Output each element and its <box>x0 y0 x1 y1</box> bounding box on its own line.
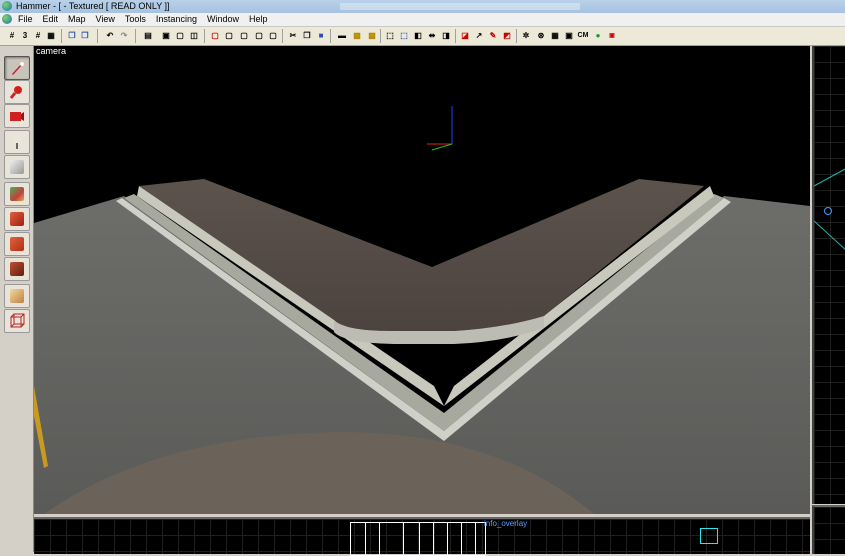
title-bar: Hammer - [ - Textured [ READ ONLY ]] <box>0 0 845 14</box>
magnify-icon <box>9 86 22 99</box>
toolbar-separator <box>516 29 517 43</box>
entity-light-icon <box>13 135 21 149</box>
grid-toggle-icon[interactable]: ▦ <box>549 29 561 41</box>
cm-button[interactable]: CM <box>577 29 589 41</box>
clipping-tool[interactable] <box>4 284 30 308</box>
scene-render <box>34 106 810 514</box>
hide-selected-icon[interactable]: ▢ <box>238 29 250 41</box>
undo-icon[interactable]: ↶ <box>104 29 116 41</box>
compile-icon[interactable]: ⊛ <box>535 29 547 41</box>
toolbar-separator <box>204 29 205 43</box>
cut-icon[interactable]: ✂ <box>287 29 299 41</box>
overlay-cube-icon <box>10 262 24 276</box>
magnify-tool[interactable] <box>4 80 30 104</box>
entity-tool[interactable] <box>4 130 30 154</box>
face-edit-icon[interactable]: ▣ <box>606 29 618 41</box>
entity-label-info-overlay: info_overlay <box>484 519 528 528</box>
toolbar-separator <box>380 29 381 43</box>
carve-icon[interactable]: ▤ <box>142 29 154 41</box>
camera-viewport[interactable]: camera <box>34 46 810 514</box>
sun-icon[interactable]: ✲ <box>520 29 532 41</box>
clip-icon[interactable]: ⬚ <box>398 29 410 41</box>
grid-2d-icon[interactable]: # <box>6 29 18 41</box>
redo-icon[interactable]: ↷ <box>118 29 130 41</box>
menu-tools[interactable]: Tools <box>125 13 146 26</box>
texture-browser-icon[interactable]: ▩ <box>366 29 378 41</box>
main-toolbar: # 3 # ▦ ❐ ❐ ↶ ↷ ▤ ▣ ▢ ◫ ▢ ▢ ▢ ▢ ▢ ✂ ❐ ■ … <box>0 27 845 46</box>
menu-window[interactable]: Window <box>207 13 239 26</box>
grid-hash-icon[interactable]: # <box>32 29 44 41</box>
show-all-icon[interactable]: ▢ <box>267 29 279 41</box>
menu-map[interactable]: Map <box>68 13 86 26</box>
overlay-icon[interactable]: ◪ <box>459 29 471 41</box>
document-icon[interactable] <box>2 14 12 24</box>
color-icon[interactable]: ✎ <box>487 29 499 41</box>
decal-cube-icon <box>10 237 24 251</box>
overlay-tool[interactable] <box>4 257 30 281</box>
hammer-app-icon[interactable] <box>2 1 12 11</box>
toolbar-separator <box>282 29 283 43</box>
hide-icon[interactable]: ▢ <box>209 29 221 41</box>
title-bar-blur <box>340 3 580 10</box>
menu-bar: File Edit Map View Tools Instancing Wind… <box>0 13 845 27</box>
texture-lock-icon[interactable]: ▢ <box>253 29 265 41</box>
decal-tool[interactable] <box>4 232 30 256</box>
run-icon[interactable]: ● <box>592 29 604 41</box>
viewport-label: camera <box>36 46 67 56</box>
vertex-cube-icon <box>10 313 25 328</box>
toolbar-separator <box>61 29 62 43</box>
copy-icon[interactable]: ❐ <box>66 29 78 41</box>
menu-view[interactable]: View <box>96 13 115 26</box>
menu-file[interactable]: File <box>18 13 33 26</box>
2d-view-corner[interactable] <box>812 505 845 554</box>
path-icon[interactable]: ↗ <box>473 29 485 41</box>
entity-selection-box[interactable] <box>700 528 718 544</box>
select-pointer-icon <box>12 62 24 75</box>
apply-texture-cube-icon <box>10 212 24 226</box>
select-icon[interactable]: ⬚ <box>384 29 396 41</box>
show-icon[interactable]: ▢ <box>223 29 235 41</box>
camera-icon <box>10 112 24 121</box>
toolbar-separator <box>455 29 456 43</box>
vertex-icon[interactable]: ◧ <box>412 29 424 41</box>
selected-brush-outline[interactable] <box>350 522 486 556</box>
cordon-icon[interactable]: ▩ <box>351 29 363 41</box>
menu-instancing[interactable]: Instancing <box>156 13 197 26</box>
block-tool[interactable] <box>4 155 30 179</box>
copy2-icon[interactable]: ❐ <box>301 29 313 41</box>
clip-cube-icon <box>10 289 24 303</box>
group-icon[interactable]: ▣ <box>160 29 172 41</box>
3d-grid-icon[interactable]: 3 <box>19 29 31 41</box>
entity-icon[interactable]: ⇹ <box>426 29 438 41</box>
2d-view-top[interactable] <box>812 46 845 504</box>
load-icon[interactable]: ◩ <box>501 29 513 41</box>
paste2-icon[interactable]: ■ <box>315 29 327 41</box>
toolbar-separator <box>330 29 331 43</box>
grid-small-icon[interactable]: ▦ <box>45 29 57 41</box>
apply-current-texture-tool[interactable] <box>4 207 30 231</box>
toolbar-separator <box>97 29 98 43</box>
tool-palette <box>0 46 34 552</box>
toolbar-separator <box>135 29 136 43</box>
menu-edit[interactable]: Edit <box>43 13 59 26</box>
camera-tool[interactable] <box>4 104 30 128</box>
box-icon[interactable]: ▬ <box>336 29 348 41</box>
vertex-tool[interactable] <box>4 309 30 333</box>
paste-icon[interactable]: ❐ <box>79 29 91 41</box>
block-cube-icon <box>10 160 24 174</box>
2d-view-lines <box>814 168 845 250</box>
texture-cube-icon <box>10 187 24 201</box>
decal-icon[interactable]: ◨ <box>440 29 452 41</box>
ungroup-icon[interactable]: ▢ <box>174 29 186 41</box>
toggle-group-icon[interactable]: ◫ <box>188 29 200 41</box>
texture-application-tool[interactable] <box>4 182 30 206</box>
menu-help[interactable]: Help <box>249 13 268 26</box>
window-title: Hammer - [ - Textured [ READ ONLY ]] <box>16 1 170 11</box>
gizmo-y-axis <box>431 143 453 151</box>
map-icon[interactable]: ▣ <box>563 29 575 41</box>
selection-tool[interactable] <box>4 56 30 80</box>
2d-view-front[interactable]: info_overlay <box>34 517 810 556</box>
